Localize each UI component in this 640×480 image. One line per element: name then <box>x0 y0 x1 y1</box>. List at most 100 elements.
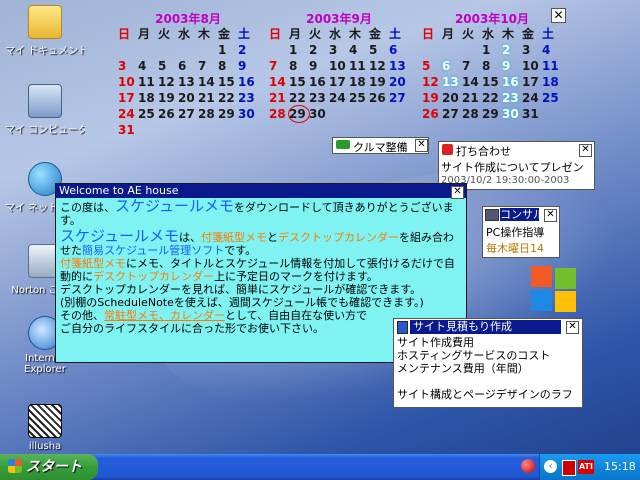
note-mitsumori[interactable]: サイト見積もり作成 ✕ サイト作成費用 ホスティングサービスのコスト メンテナン… <box>393 318 583 408</box>
calendar-day[interactable]: 2 <box>238 42 258 58</box>
calendar-day[interactable]: 2 <box>502 42 522 58</box>
calendar-day[interactable]: 21 <box>462 90 482 106</box>
calendar-day[interactable]: 19 <box>422 90 442 106</box>
calendar-day[interactable]: 29 <box>218 106 238 122</box>
calendar-day[interactable]: 10 <box>522 58 542 74</box>
calendar-day[interactable]: 7 <box>269 58 289 74</box>
calendar-day[interactable]: 18 <box>349 74 369 90</box>
text-link[interactable]: デスクトップカレンダー <box>278 231 399 244</box>
calendar-day[interactable]: 21 <box>198 90 218 106</box>
calendar-day[interactable]: 22 <box>482 90 502 106</box>
chevron-left-icon[interactable]: ‹ <box>544 460 557 473</box>
calendar-day[interactable]: 13 <box>442 74 462 90</box>
note-consult[interactable]: コンサル ✕ PC操作指導 毎木曜日14 <box>482 206 560 258</box>
calendar-day[interactable]: 3 <box>118 58 138 74</box>
calendar-day[interactable]: 12 <box>369 58 389 74</box>
calendar-day[interactable]: 26 <box>422 106 442 122</box>
calendar-day[interactable]: 4 <box>349 42 369 58</box>
calendar-day[interactable]: 1 <box>289 42 309 58</box>
start-button[interactable]: スタート <box>0 454 98 480</box>
calendar-day[interactable]: 14 <box>198 74 218 90</box>
calendar-day[interactable]: 10 <box>118 74 138 90</box>
calendar-day[interactable]: 3 <box>329 42 349 58</box>
calendar-day[interactable]: 18 <box>542 74 562 90</box>
calendar-day[interactable]: 12 <box>158 74 178 90</box>
calendar-day[interactable]: 30 <box>238 106 258 122</box>
calendar-day[interactable]: 31 <box>118 122 138 138</box>
calendar-day[interactable]: 28 <box>198 106 218 122</box>
calendar-day[interactable]: 12 <box>422 74 442 90</box>
calendar-day[interactable]: 3 <box>522 42 542 58</box>
calendar-day[interactable]: 18 <box>138 90 158 106</box>
calendar-day[interactable]: 9 <box>502 58 522 74</box>
calendar-day[interactable]: 8 <box>218 58 238 74</box>
calendar-day[interactable]: 26 <box>369 90 389 106</box>
calendar-day[interactable]: 26 <box>158 106 178 122</box>
calendar-day[interactable]: 16 <box>309 74 329 90</box>
calendar-day[interactable]: 11 <box>349 58 369 74</box>
notification-icon[interactable] <box>521 459 535 473</box>
calendar-day[interactable]: 25 <box>138 106 158 122</box>
calendar-day[interactable]: 4 <box>542 42 562 58</box>
calendar-day[interactable]: 19 <box>369 74 389 90</box>
calendar-day[interactable]: 6 <box>178 58 198 74</box>
note-close-button[interactable]: ✕ <box>579 144 592 157</box>
calendar-close-button[interactable]: ✕ <box>551 8 566 23</box>
calendar-day[interactable]: 5 <box>158 58 178 74</box>
calendar-day[interactable]: 17 <box>329 74 349 90</box>
calendar-day[interactable]: 21 <box>269 90 289 106</box>
calendar-day[interactable]: 30 <box>502 106 522 122</box>
calendar-day[interactable]: 23 <box>502 90 522 106</box>
calendar-day[interactable]: 17 <box>522 74 542 90</box>
calendar-day[interactable]: 22 <box>218 90 238 106</box>
calendar-day[interactable]: 25 <box>542 90 562 106</box>
calendar-day[interactable]: 9 <box>309 58 329 74</box>
calendar-day[interactable]: 27 <box>389 90 409 106</box>
calendar-day[interactable]: 6 <box>389 42 409 58</box>
calendar-day[interactable]: 23 <box>238 90 258 106</box>
calendar-day[interactable]: 4 <box>138 58 158 74</box>
note-close-button[interactable]: ✕ <box>544 209 557 222</box>
calendar-day[interactable]: 11 <box>542 58 562 74</box>
desktop-icon-my-computer[interactable]: マイ コンピュータ <box>5 84 85 136</box>
calendar-day[interactable]: 9 <box>238 58 258 74</box>
calendar-day[interactable]: 28 <box>269 106 289 122</box>
text-link[interactable]: 付箋紙型メモ <box>60 257 126 270</box>
note-close-button[interactable]: ✕ <box>566 321 579 334</box>
calendar-day[interactable]: 31 <box>522 106 542 122</box>
clock[interactable]: 15:18 <box>604 454 636 480</box>
calendar-day[interactable]: 28 <box>462 106 482 122</box>
calendar-day[interactable]: 24 <box>329 90 349 106</box>
calendar-day[interactable]: 13 <box>389 58 409 74</box>
calendar-day[interactable]: 14 <box>269 74 289 90</box>
calendar-day[interactable]: 24 <box>522 90 542 106</box>
calendar-day[interactable]: 5 <box>422 58 442 74</box>
note-close-button[interactable]: ✕ <box>451 186 464 199</box>
text-link[interactable]: デスクトップカレンダー <box>93 270 214 283</box>
calendar-day[interactable]: 16 <box>502 74 522 90</box>
calendar-day[interactable]: 15 <box>218 74 238 90</box>
calendar-day[interactable]: 19 <box>158 90 178 106</box>
calendar-day[interactable]: 8 <box>289 58 309 74</box>
calendar-day[interactable]: 1 <box>218 42 238 58</box>
calendar-day[interactable]: 15 <box>482 74 502 90</box>
calendar-day[interactable]: 1 <box>482 42 502 58</box>
calendar-day[interactable]: 14 <box>462 74 482 90</box>
calendar-day[interactable]: 15 <box>289 74 309 90</box>
calendar-day[interactable]: 30 <box>309 106 329 122</box>
note-close-button[interactable]: ✕ <box>415 139 428 152</box>
note-titlebar[interactable]: Welcome to AE house <box>56 184 466 198</box>
calendar-day[interactable]: 22 <box>289 90 309 106</box>
calendar-day[interactable]: 7 <box>198 58 218 74</box>
calendar-day[interactable]: 2 <box>309 42 329 58</box>
calendar-day[interactable]: 7 <box>462 58 482 74</box>
text-link[interactable]: 簡易スケジュール管理ソフト <box>82 244 224 257</box>
calendar-day[interactable]: 23 <box>309 90 329 106</box>
calendar-day[interactable]: 27 <box>442 106 462 122</box>
calendar-day[interactable]: 17 <box>118 90 138 106</box>
calendar-day[interactable]: 24 <box>118 106 138 122</box>
text-link[interactable]: 付箋紙型メモ <box>201 231 267 244</box>
calendar-day[interactable]: 10 <box>329 58 349 74</box>
calendar-day[interactable]: 11 <box>138 74 158 90</box>
calendar-day[interactable]: 20 <box>389 74 409 90</box>
